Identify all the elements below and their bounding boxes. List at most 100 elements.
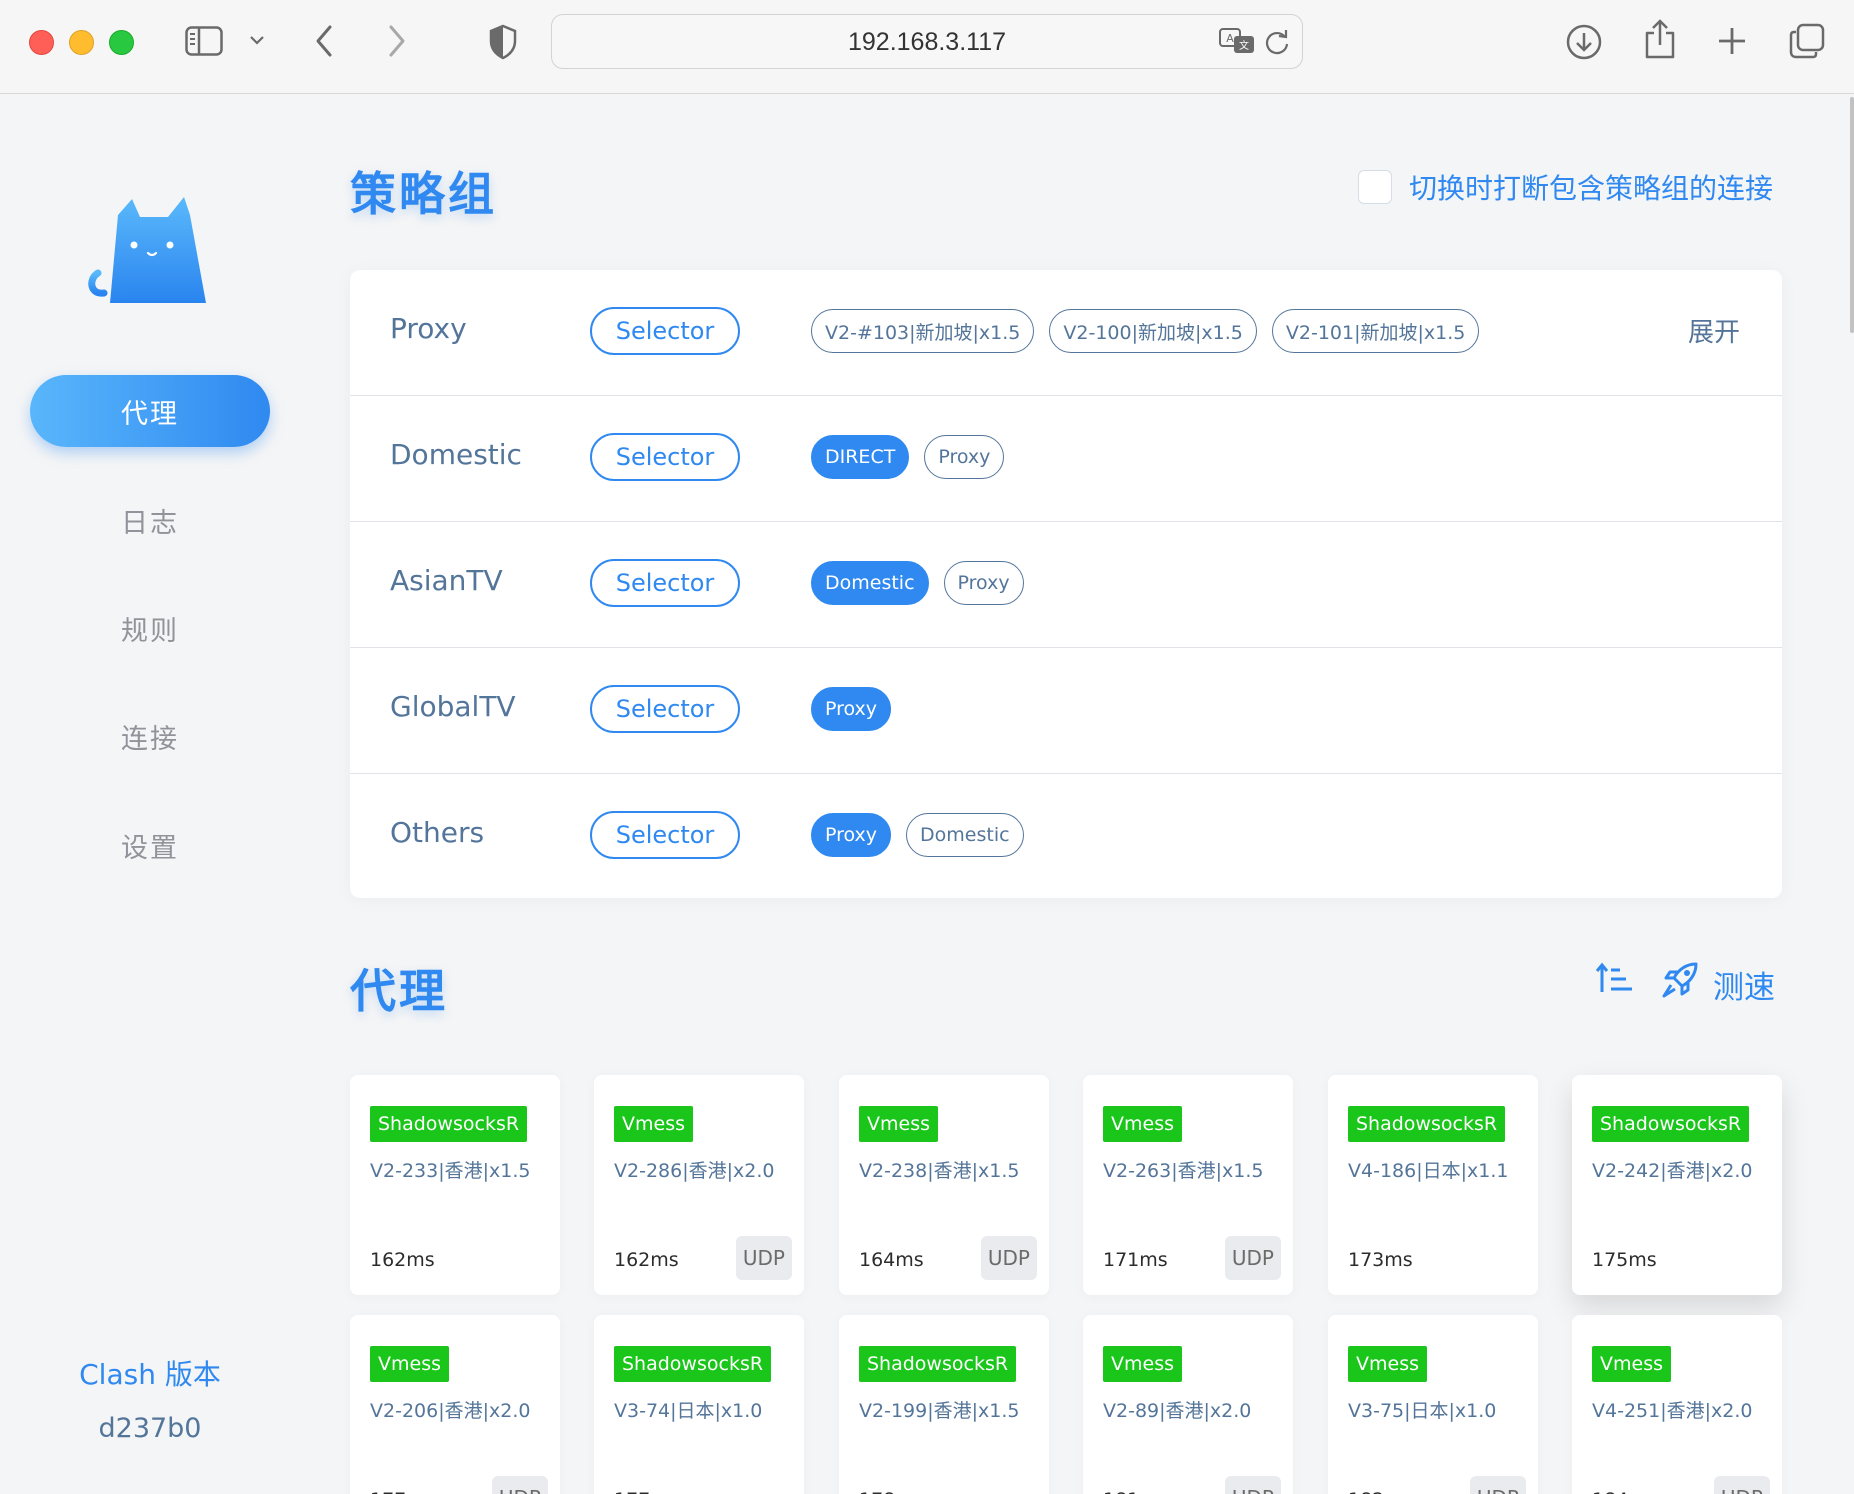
plus-icon[interactable] xyxy=(1716,25,1748,57)
proxy-card[interactable]: ShadowsocksR V2-242|香港|x2.0 175ms xyxy=(1572,1075,1782,1295)
group-row-domestic: Domestic Selector DIRECT Proxy xyxy=(350,396,1782,522)
proxy-delay: 178ms xyxy=(859,1489,924,1494)
group-name: Proxy xyxy=(390,312,467,345)
download-icon[interactable] xyxy=(1565,23,1603,61)
group-type-badge: Selector xyxy=(590,811,740,859)
svg-text:A: A xyxy=(1226,32,1234,45)
proxy-name: V2-233|香港|x1.5 xyxy=(370,1160,531,1182)
proxy-card[interactable]: Vmess V2-238|香港|x1.5 164ms UDP xyxy=(839,1075,1049,1295)
udp-badge: UDP xyxy=(735,1236,792,1280)
proxy-delay: 177ms xyxy=(370,1489,435,1494)
sort-icon[interactable] xyxy=(1595,962,1634,1000)
proxy-card[interactable]: Vmess V2-286|香港|x2.0 162ms UDP xyxy=(594,1075,804,1295)
group-name: Domestic xyxy=(390,438,522,471)
proxy-name: V2-263|香港|x1.5 xyxy=(1103,1160,1264,1182)
proxy-type-badge: ShadowsocksR xyxy=(370,1106,528,1142)
group-option[interactable]: V2-100|新加坡|x1.5 xyxy=(1049,309,1257,353)
sidebar: 代理 日志 规则 连接 设置 Clash 版本 d237b0 xyxy=(0,95,300,1494)
proxy-type-badge: ShadowsocksR xyxy=(1348,1106,1506,1142)
group-name: Others xyxy=(390,816,485,849)
proxy-delay: 162ms xyxy=(614,1249,679,1271)
udp-badge: UDP xyxy=(1469,1476,1526,1494)
interrupt-connections-toggle[interactable]: 切换时打断包含策略组的连接 xyxy=(1358,167,1773,207)
udp-badge: UDP xyxy=(980,1236,1037,1280)
proxy-card[interactable]: Vmess V2-206|香港|x2.0 177ms UDP xyxy=(350,1315,560,1494)
clash-cat-logo xyxy=(88,195,208,307)
proxy-type-badge: Vmess xyxy=(1103,1346,1182,1382)
proxy-delay: 175ms xyxy=(1592,1249,1657,1271)
group-option[interactable]: Domestic xyxy=(906,813,1024,857)
proxy-card[interactable]: ShadowsocksR V3-74|日本|x1.0 177ms xyxy=(594,1315,804,1494)
group-type-badge: Selector xyxy=(590,685,740,733)
proxy-delay: 164ms xyxy=(859,1249,924,1271)
reload-icon[interactable] xyxy=(1264,28,1290,56)
rocket-icon[interactable] xyxy=(1660,960,1700,1004)
nav-item-settings[interactable]: 设置 xyxy=(30,809,270,881)
proxy-card[interactable]: Vmess V2-263|香港|x1.5 171ms UDP xyxy=(1083,1075,1293,1295)
proxy-type-badge: Vmess xyxy=(1103,1106,1182,1142)
group-option-selected[interactable]: Proxy xyxy=(811,687,892,731)
proxy-card[interactable]: ShadowsocksR V2-233|香港|x1.5 162ms xyxy=(350,1075,560,1295)
group-row-others: Others Selector Proxy Domestic xyxy=(350,774,1782,900)
group-name: GlobalTV xyxy=(390,690,516,723)
proxy-card[interactable]: ShadowsocksR V4-186|日本|x1.1 173ms xyxy=(1328,1075,1538,1295)
address-bar[interactable]: 192.168.3.117 A文 xyxy=(551,14,1303,69)
nav-item-rules[interactable]: 规则 xyxy=(30,592,270,664)
group-option-selected[interactable]: Domestic xyxy=(811,561,929,605)
sidebar-toggle-icon[interactable] xyxy=(185,26,223,56)
group-option-selected[interactable]: Proxy xyxy=(811,813,892,857)
proxy-card[interactable]: Vmess V2-89|香港|x2.0 181ms UDP xyxy=(1083,1315,1293,1494)
group-row-globaltv: GlobalTV Selector Proxy xyxy=(350,648,1782,774)
proxy-name: V4-251|香港|x2.0 xyxy=(1592,1400,1753,1422)
nav-item-connections[interactable]: 连接 xyxy=(30,700,270,772)
group-option-selected[interactable]: DIRECT xyxy=(811,435,910,479)
proxy-type-badge: Vmess xyxy=(859,1106,938,1142)
translate-icon[interactable]: A文 xyxy=(1218,26,1256,56)
proxy-delay: 173ms xyxy=(1348,1249,1413,1271)
group-row-proxy: Proxy Selector V2-#103|新加坡|x1.5 V2-100|新… xyxy=(350,270,1782,396)
proxy-type-badge: ShadowsocksR xyxy=(859,1346,1017,1382)
interrupt-connections-label[interactable]: 切换时打断包含策略组的连接 xyxy=(1409,167,1773,207)
proxy-card[interactable]: Vmess V3-75|日本|x1.0 182ms UDP xyxy=(1328,1315,1538,1494)
speedtest-button[interactable]: 测速 xyxy=(1713,962,1775,1007)
scrollbar[interactable] xyxy=(1850,97,1854,333)
group-type-badge: Selector xyxy=(590,559,740,607)
group-option[interactable]: Proxy xyxy=(943,561,1024,605)
browser-toolbar: 192.168.3.117 A文 xyxy=(0,0,1854,94)
tabs-overview-icon[interactable] xyxy=(1788,22,1826,60)
chevron-down-icon[interactable] xyxy=(249,34,265,46)
nav-item-proxy[interactable]: 代理 xyxy=(30,375,270,447)
proxy-card[interactable]: Vmess V4-251|香港|x2.0 184ms UDP xyxy=(1572,1315,1782,1494)
udp-badge: UDP xyxy=(1713,1476,1770,1494)
proxy-delay: 177ms xyxy=(614,1489,679,1494)
forward-icon[interactable] xyxy=(387,24,407,58)
group-options: DIRECT Proxy xyxy=(811,435,1005,479)
interrupt-connections-checkbox[interactable] xyxy=(1358,170,1392,204)
url-text[interactable]: 192.168.3.117 xyxy=(552,28,1302,57)
group-option[interactable]: V2-#103|新加坡|x1.5 xyxy=(811,309,1035,353)
proxy-name: V2-89|香港|x2.0 xyxy=(1103,1400,1252,1422)
group-options: V2-#103|新加坡|x1.5 V2-100|新加坡|x1.5 V2-101|… xyxy=(811,309,1480,353)
close-window-button[interactable] xyxy=(29,30,54,55)
group-option[interactable]: V2-101|新加坡|x1.5 xyxy=(1271,309,1480,353)
proxy-type-badge: Vmess xyxy=(1592,1346,1671,1382)
zoom-window-button[interactable] xyxy=(109,30,134,55)
nav-item-logs[interactable]: 日志 xyxy=(30,484,270,556)
proxy-name: V2-286|香港|x2.0 xyxy=(614,1160,775,1182)
expand-button[interactable]: 展开 xyxy=(1688,312,1740,349)
share-icon[interactable] xyxy=(1643,18,1677,60)
version-label: Clash 版本 xyxy=(79,1358,221,1391)
proxy-delay: 181ms xyxy=(1103,1489,1168,1494)
group-options: Proxy Domestic xyxy=(811,813,1024,857)
version-value: d237b0 xyxy=(98,1413,202,1444)
group-row-asiantv: AsianTV Selector Domestic Proxy xyxy=(350,522,1782,648)
shield-icon[interactable] xyxy=(488,24,518,60)
proxy-type-badge: Vmess xyxy=(1348,1346,1427,1382)
group-option[interactable]: Proxy xyxy=(924,435,1005,479)
proxy-type-badge: ShadowsocksR xyxy=(1592,1106,1750,1142)
group-type-badge: Selector xyxy=(590,307,740,355)
proxy-card[interactable]: ShadowsocksR V2-199|香港|x1.5 178ms xyxy=(839,1315,1049,1494)
back-icon[interactable] xyxy=(314,24,334,58)
minimize-window-button[interactable] xyxy=(69,30,94,55)
proxy-name: V4-186|日本|x1.1 xyxy=(1348,1160,1509,1182)
